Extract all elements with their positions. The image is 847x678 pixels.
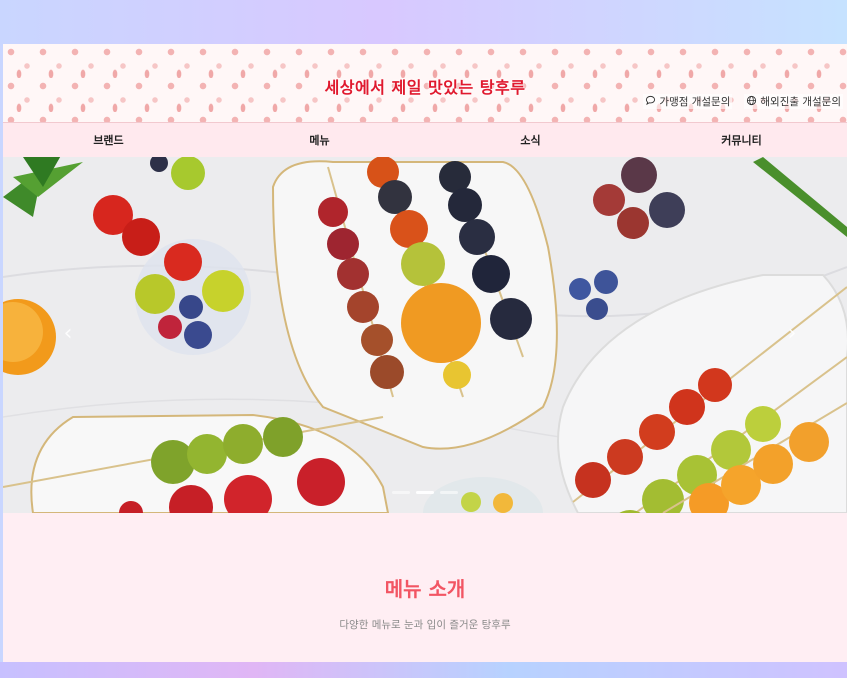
- overseas-inquiry-link[interactable]: 해외진출 개설문의: [744, 94, 843, 109]
- globe-icon: [746, 95, 757, 109]
- nav-item-news[interactable]: 소식: [425, 132, 636, 148]
- carousel-dot[interactable]: [392, 491, 410, 494]
- carousel-next-button[interactable]: ›: [782, 322, 802, 346]
- nav-item-brand[interactable]: 브랜드: [3, 132, 214, 148]
- menu-intro-title: 메뉴 소개: [384, 577, 466, 601]
- main-navigation: 브랜드 메뉴 소식 커뮤니티: [3, 123, 847, 158]
- menu-intro-subtitle: 다양한 메뉴로 눈과 입이 즐거운 탕후루: [339, 619, 511, 631]
- page-bottom-strip: [0, 662, 847, 678]
- franchise-inquiry-link[interactable]: 가맹점 개설문의: [643, 94, 733, 109]
- header-utility-links: 가맹점 개설문의 해외진출 개설문의: [643, 94, 843, 109]
- carousel-dot[interactable]: [440, 491, 458, 494]
- website-frame: 세상에서 제일 맛있는 탕후루 가맹점 개설문의 해외진출 개설문의 브랜드 메…: [3, 44, 847, 662]
- tanghulu-hero-image: [3, 157, 847, 513]
- nav-item-menu[interactable]: 메뉴: [214, 132, 425, 148]
- menu-intro-section: 메뉴 소개 다양한 메뉴로 눈과 입이 즐거운 탕후루: [3, 513, 847, 662]
- chevron-left-icon: ‹: [63, 321, 73, 346]
- carousel-pagination: [3, 491, 847, 494]
- carousel-prev-button[interactable]: ‹: [58, 322, 78, 346]
- nav-item-community[interactable]: 커뮤니티: [636, 132, 847, 148]
- carousel-dot-active[interactable]: [416, 491, 434, 494]
- chat-icon: [645, 95, 656, 109]
- overseas-inquiry-label: 해외진출 개설문의: [760, 96, 841, 108]
- site-header: 세상에서 제일 맛있는 탕후루 가맹점 개설문의 해외진출 개설문의: [3, 44, 847, 123]
- chevron-right-icon: ›: [787, 321, 797, 346]
- franchise-inquiry-label: 가맹점 개설문의: [659, 96, 731, 108]
- hero-carousel: ‹ ›: [3, 157, 847, 513]
